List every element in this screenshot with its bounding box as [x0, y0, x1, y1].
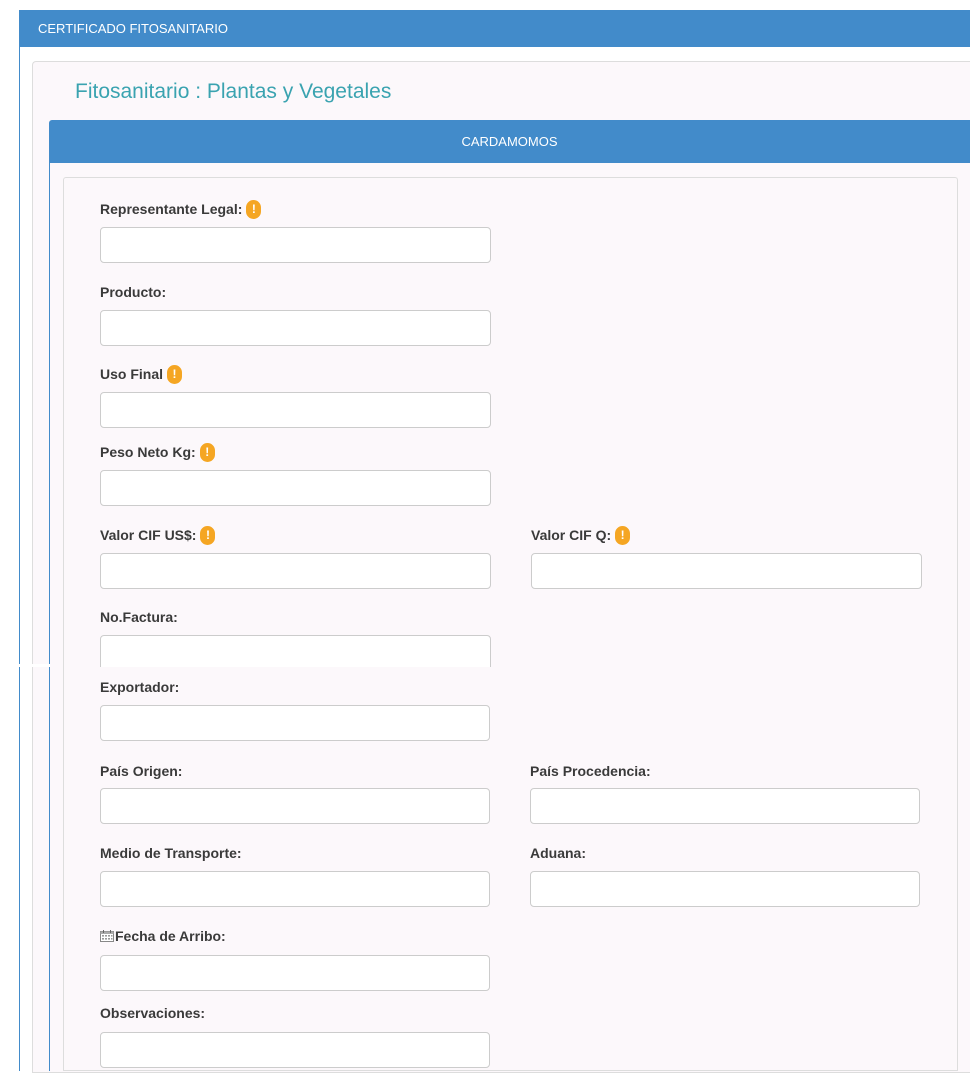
- valor-cif-q-label-text: Valor CIF Q:: [531, 527, 612, 543]
- representante-legal-label-text: Representante Legal:: [100, 201, 243, 217]
- exclamation-badge-icon: !: [246, 199, 262, 219]
- exportador-label: Exportador:: [100, 676, 179, 698]
- outer-border: [19, 47, 20, 1071]
- exportador-label-text: Exportador:: [100, 679, 180, 695]
- producto-label-text: Producto:: [100, 284, 167, 300]
- fecha-arribo-label: Fecha de Arribo:: [100, 925, 226, 947]
- page-title: Fitosanitario : Plantas y Vegetales: [75, 80, 392, 103]
- valor-cif-usd-label-text: Valor CIF US$:: [100, 527, 197, 543]
- pais-origen-label-text: País Origen:: [100, 763, 183, 779]
- representante-legal-label: Representante Legal: !: [100, 198, 262, 220]
- pais-procedencia-input[interactable]: [530, 788, 920, 824]
- aduana-label-text: Aduana:: [530, 845, 586, 861]
- screenshot-seam: [0, 664, 50, 667]
- peso-neto-input[interactable]: [100, 470, 491, 506]
- no-factura-input[interactable]: [100, 635, 491, 667]
- observaciones-label: Observaciones:: [100, 1002, 205, 1024]
- pais-procedencia-label-text: País Procedencia:: [530, 763, 651, 779]
- uso-final-input[interactable]: [100, 392, 491, 428]
- uso-final-label-text: Uso Final: [100, 366, 164, 382]
- exportador-input[interactable]: [100, 705, 490, 741]
- representante-legal-input[interactable]: [100, 227, 491, 263]
- exclamation-badge-icon: !: [200, 525, 216, 545]
- certificate-header-title: CERTIFICADO FITOSANITARIO: [38, 21, 228, 36]
- certificate-header: CERTIFICADO FITOSANITARIO: [19, 10, 970, 47]
- medio-transporte-label-text: Medio de Transporte:: [100, 845, 242, 861]
- valor-cif-q-label: Valor CIF Q: !: [531, 524, 631, 546]
- observaciones-label-text: Observaciones:: [100, 1005, 206, 1021]
- uso-final-label: Uso Final !: [100, 363, 183, 385]
- producto-label: Producto:: [100, 281, 166, 303]
- pais-origen-input[interactable]: [100, 788, 490, 824]
- calendar-icon: [100, 930, 114, 942]
- observaciones-input[interactable]: [100, 1032, 490, 1068]
- medio-transporte-input[interactable]: [100, 871, 490, 907]
- aduana-label: Aduana:: [530, 842, 586, 864]
- no-factura-label-text: No.Factura:: [100, 609, 178, 625]
- fecha-arribo-input[interactable]: [100, 955, 490, 991]
- exclamation-badge-icon: !: [167, 364, 183, 384]
- peso-neto-label: Peso Neto Kg: !: [100, 441, 215, 463]
- no-factura-label: No.Factura:: [100, 606, 178, 628]
- aduana-input[interactable]: [530, 871, 920, 907]
- producto-input[interactable]: [100, 310, 491, 346]
- exclamation-badge-icon: !: [615, 525, 631, 545]
- section-header: CARDAMOMOS: [49, 120, 970, 163]
- medio-transporte-label: Medio de Transporte:: [100, 842, 242, 864]
- no-factura-clip: [100, 635, 491, 667]
- pais-procedencia-label: País Procedencia:: [530, 760, 651, 782]
- section-title: CARDAMOMOS: [461, 134, 558, 149]
- exclamation-badge-icon: !: [199, 442, 215, 462]
- valor-cif-q-input[interactable]: [531, 553, 922, 589]
- pais-origen-label: País Origen:: [100, 760, 182, 782]
- peso-neto-label-text: Peso Neto Kg:: [100, 444, 196, 460]
- section-border: [49, 163, 50, 1071]
- valor-cif-usd-input[interactable]: [100, 553, 491, 589]
- valor-cif-usd-label: Valor CIF US$: !: [100, 524, 216, 546]
- fecha-arribo-label-text: Fecha de Arribo:: [115, 928, 226, 944]
